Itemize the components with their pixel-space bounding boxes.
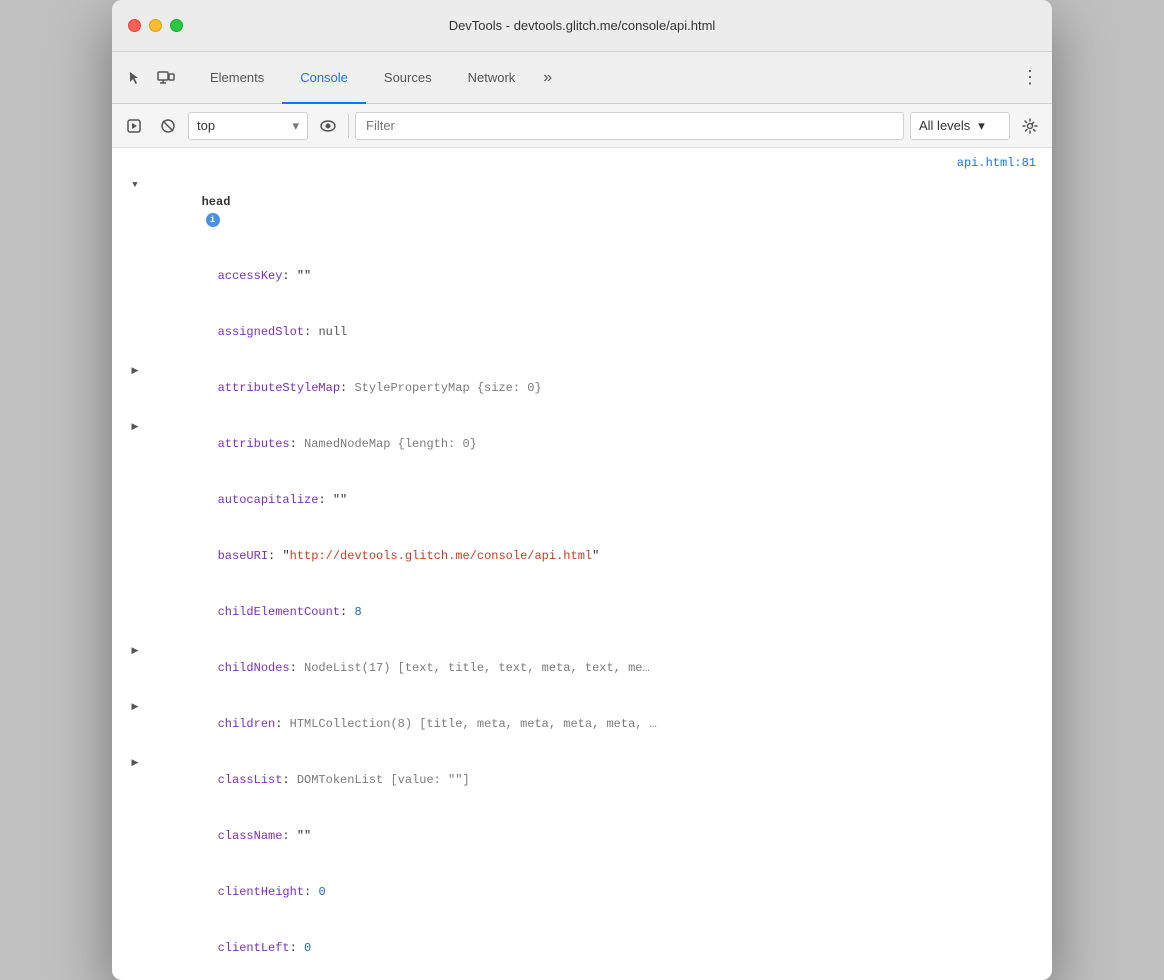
tab-console[interactable]: Console xyxy=(282,53,366,104)
list-item: attributeStyleMap: StylePropertyMap {siz… xyxy=(112,360,1052,416)
tab-network[interactable]: Network xyxy=(450,53,534,104)
prop-name-autocapitalize: autocapitalize xyxy=(218,493,319,507)
prop-value-classname: "" xyxy=(297,829,311,843)
prop-value-baseuri-quote-open: " xyxy=(282,549,289,563)
minimize-button[interactable] xyxy=(149,19,162,32)
close-button[interactable] xyxy=(128,19,141,32)
list-item: baseURI: "http://devtools.glitch.me/cons… xyxy=(112,528,1052,584)
prop-value-clientleft: 0 xyxy=(304,941,311,955)
list-item: autocapitalize: "" xyxy=(112,472,1052,528)
prop-value-childnodes: NodeList(17) [text, title, text, meta, t… xyxy=(304,661,650,675)
prop-value-assignedslot: null xyxy=(318,325,347,339)
prop-value-autocapitalize: "" xyxy=(333,493,347,507)
list-item: clientHeight: 0 xyxy=(112,864,1052,920)
prop-name-assignedslot: assignedSlot xyxy=(218,325,304,339)
window-title: DevTools - devtools.glitch.me/console/ap… xyxy=(449,18,716,33)
expand-children[interactable] xyxy=(128,698,142,716)
tab-sources[interactable]: Sources xyxy=(366,53,450,104)
prop-name-classname: className xyxy=(218,829,283,843)
run-script-button[interactable] xyxy=(120,112,148,140)
prop-name-accesskey: accessKey xyxy=(218,269,283,283)
levels-label: All levels xyxy=(919,118,970,133)
prop-value-childelementcount: 8 xyxy=(354,605,361,619)
levels-selector[interactable]: All levels ▾ xyxy=(910,112,1010,140)
prop-name-childelementcount: childElementCount xyxy=(218,605,340,619)
prop-name-baseuri: baseURI xyxy=(218,549,268,563)
list-item: clientLeft: 0 xyxy=(112,920,1052,976)
prop-value-classlist: DOMTokenList [value: ""] xyxy=(297,773,470,787)
filter-input[interactable] xyxy=(355,112,904,140)
expand-classlist[interactable] xyxy=(128,754,142,772)
list-item: children: HTMLCollection(8) [title, meta… xyxy=(112,696,1052,752)
console-content: api.html:81 head i accessKey: "" assigne… xyxy=(112,148,1052,980)
prop-value-baseuri-quote-close: " xyxy=(592,549,599,563)
head-entry: head i xyxy=(112,174,1052,248)
list-item: childNodes: NodeList(17) [text, title, t… xyxy=(112,640,1052,696)
list-item: assignedSlot: null xyxy=(112,304,1052,360)
traffic-lights xyxy=(128,19,183,32)
toolbar-divider xyxy=(348,114,349,138)
prop-name-children: children xyxy=(218,717,276,731)
settings-button[interactable] xyxy=(1016,112,1044,140)
prop-value-baseuri-url: http://devtools.glitch.me/console/api.ht… xyxy=(290,549,592,563)
list-item: childElementCount: 8 xyxy=(112,584,1052,640)
context-value: top xyxy=(197,118,215,133)
device-icon[interactable] xyxy=(152,64,180,92)
prop-value-attributes: NamedNodeMap {length: 0} xyxy=(304,437,477,451)
prop-name-attributes: attributes xyxy=(218,437,290,451)
title-bar: DevTools - devtools.glitch.me/console/ap… xyxy=(112,0,1052,52)
prop-value-attributestylemap: StylePropertyMap {size: 0} xyxy=(354,381,541,395)
levels-arrow: ▾ xyxy=(978,118,985,134)
prop-name-childnodes: childNodes xyxy=(218,661,290,675)
maximize-button[interactable] xyxy=(170,19,183,32)
context-arrow: ▾ xyxy=(292,118,299,134)
tab-bar-end: ⋮ xyxy=(1016,64,1044,92)
expand-attributestylemap[interactable] xyxy=(128,362,142,380)
expand-attributes[interactable] xyxy=(128,418,142,436)
tabs: Elements Console Sources Network » xyxy=(192,52,1016,103)
cursor-icon[interactable] xyxy=(120,64,148,92)
eye-button[interactable] xyxy=(314,112,342,140)
file-reference[interactable]: api.html:81 xyxy=(112,152,1052,174)
prop-name-clientheight: clientHeight xyxy=(218,885,304,899)
tab-elements[interactable]: Elements xyxy=(192,53,282,104)
prop-value-accesskey: "" xyxy=(297,269,311,283)
prop-value-children: HTMLCollection(8) [title, meta, meta, me… xyxy=(290,717,657,731)
context-selector[interactable]: top ▾ xyxy=(188,112,308,140)
tab-more-button[interactable]: » xyxy=(533,52,562,103)
tab-bar-icons xyxy=(120,64,180,92)
prop-name-clientleft: clientLeft xyxy=(218,941,290,955)
tab-bar: Elements Console Sources Network » ⋮ xyxy=(112,52,1052,104)
expand-childnodes[interactable] xyxy=(128,642,142,660)
more-menu-button[interactable]: ⋮ xyxy=(1016,64,1044,92)
prop-name-classlist: classList xyxy=(218,773,283,787)
clear-console-button[interactable] xyxy=(154,112,182,140)
head-label: head xyxy=(202,195,231,209)
list-item: className: "" xyxy=(112,808,1052,864)
prop-value-clientheight: 0 xyxy=(318,885,325,899)
info-badge[interactable]: i xyxy=(206,213,220,227)
list-item: attributes: NamedNodeMap {length: 0} xyxy=(112,416,1052,472)
head-expand-arrow[interactable] xyxy=(128,176,142,194)
prop-name-attributestylemap: attributeStyleMap xyxy=(218,381,340,395)
list-item: accessKey: "" xyxy=(112,248,1052,304)
devtools-window: DevTools - devtools.glitch.me/console/ap… xyxy=(112,0,1052,980)
toolbar: top ▾ All levels ▾ xyxy=(112,104,1052,148)
list-item: classList: DOMTokenList [value: ""] xyxy=(112,752,1052,808)
